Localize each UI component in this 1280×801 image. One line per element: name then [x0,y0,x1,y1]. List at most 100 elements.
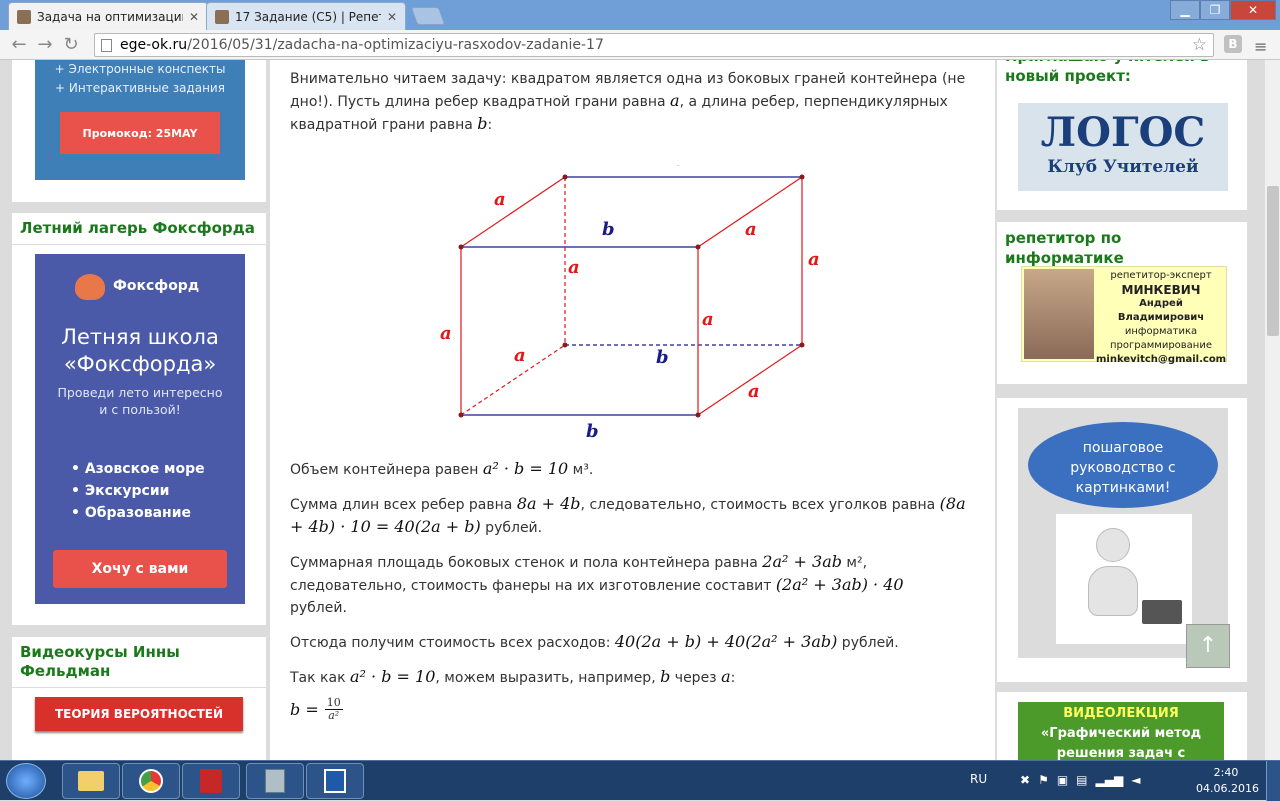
maximize-icon[interactable]: ❐ [1200,0,1230,20]
formula: b = [290,700,319,719]
label-a: a [440,323,452,344]
formula: a² · b = 10 [349,667,436,686]
clock-date: 04.06.2016 [1196,782,1259,795]
favicon-icon [17,9,31,24]
tab-inactive[interactable]: 17 Задание (С5) | Репети ✕ [206,2,406,30]
start-button[interactable] [6,763,46,799]
explorer-taskbar-icon[interactable] [62,763,120,799]
tray-icon[interactable]: ✖ [1020,773,1030,787]
guide-box: пошаговое руководство с картинками! ↑ [997,398,1247,682]
camp-title: Летний лагерь Фоксфорда [12,213,266,245]
tutor-photo [1024,269,1094,359]
scroll-to-top-button[interactable]: ↑ [1186,624,1230,668]
guide-figure [1056,514,1192,644]
fox-logo-text: Фоксфорд [113,278,200,294]
video-title: Видеокурсы Инны Фельдман [12,637,266,688]
network-icon[interactable]: ▂▄▆ [1096,773,1124,787]
fox-cta-button[interactable]: Хочу с вами [53,550,227,588]
word-taskbar-icon[interactable] [306,763,364,799]
language-indicator[interactable]: RU [970,772,987,786]
article-content: Внимательно читаем задачу: квадратом явл… [270,60,995,760]
formula: 2a² + 3ab [762,552,842,571]
show-desktop-button[interactable] [1266,761,1280,801]
volume-icon[interactable]: ◄ [1131,773,1140,787]
text: , можем выразить, например, [435,670,661,686]
tutor-line: Андрей Владимирович [1117,298,1205,323]
fox-item: • Азовское море [71,461,205,477]
logos-banner[interactable]: ЛОГОС Клуб Учителей [1018,103,1228,191]
promo-code-button[interactable]: Промокод: 25MAY [60,112,220,154]
label-a: a [748,381,760,402]
tutor-line: информатика [1124,326,1198,337]
fox-subtitle: Проведи лето интересно и с пользой! [57,385,223,417]
invite-title: Приглашаю учителей в новый проект: [1005,60,1209,85]
tab-active[interactable]: Задача на оптимизацию ✕ [8,2,208,30]
label-a: a [514,345,526,366]
guide-bubble: пошаговое руководство с картинками! [1028,422,1218,508]
fox-headline: Летняя школа «Фоксфорда» [61,325,219,376]
clock[interactable]: 2:40 04.06.2016 [1196,765,1259,797]
tab-title: Задача на оптимизацию [37,9,183,24]
minimize-icon[interactable]: ▁ [1170,0,1200,20]
text: через [670,670,722,686]
probability-course-button[interactable]: ТЕОРИЯ ВЕРОЯТНОСТЕЙ [35,697,243,731]
promo-banner[interactable]: + Электронные конспекты + Интерактивные … [35,60,245,180]
videolecture-banner[interactable]: ВИДЕОЛЕКЦИЯ «Графический метод решения з… [1018,702,1224,760]
camp-box: Летний лагерь Фоксфорда Фоксфорд Летняя … [12,213,266,625]
address-bar[interactable]: ege-ok.ru /2016/05/31/zadacha-na-optimiz… [94,33,1214,57]
logos-title: ЛОГОС [1040,109,1206,156]
close-tab-icon[interactable]: ✕ [387,10,397,24]
close-tab-icon[interactable]: ✕ [189,10,199,24]
videolecture-head: ВИДЕОЛЕКЦИЯ [1063,706,1179,721]
back-icon[interactable]: ← [6,34,32,55]
guide-banner[interactable]: пошаговое руководство с картинками! [1018,408,1228,658]
label-a: a [808,249,820,270]
extension-icon[interactable]: B [1224,35,1242,53]
text: Объем контейнера равен [290,462,483,478]
text: Отсюда получим стоимость всех расходов: [290,635,615,651]
chrome-taskbar-icon[interactable] [122,763,180,799]
videolecture-body: «Графический метод решения задач с [1040,726,1202,760]
tray-icon[interactable]: ▤ [1076,773,1087,787]
text: : [730,670,736,686]
tray-icon[interactable]: ⚑ [1038,773,1049,787]
clock-time: 2:40 [1213,766,1239,779]
tutor-title: репетитор по информатике [1005,229,1124,267]
foxford-banner[interactable]: Фоксфорд Летняя школа «Фоксфорда» Провед… [35,254,245,604]
text: рублей. [480,520,543,536]
fox-item: • Экскурсии [71,483,170,499]
label-b: b [656,347,669,368]
fraction-denominator: a² [328,709,340,722]
formula: 40(2a + b) + 40(2a² + 3ab) [614,632,838,651]
text: , следовательно, стоимость всех уголков … [580,497,940,513]
text: Сумма длин всех ребер равна [290,497,517,513]
reload-icon[interactable]: ↻ [58,34,84,55]
volume-paragraph: Объем контейнера равен a² · b = 10 м³. [290,458,980,481]
bookmark-star-icon[interactable]: ☆ [1192,35,1207,55]
forward-icon[interactable]: → [32,34,58,55]
label-b: b [602,219,615,240]
promo-line: + Интерактивные задания [55,81,225,95]
acrobat-taskbar-icon[interactable] [182,763,240,799]
label-a: a [494,189,506,210]
calculator-taskbar-icon[interactable] [246,763,304,799]
taskbar: RU ✖ ⚑ ▣ ▤ ▂▄▆ ◄ 2:40 04.06.2016 [0,760,1280,801]
tray-icon[interactable]: ▣ [1057,773,1068,787]
menu-icon[interactable]: ≡ [1254,37,1267,56]
text: следовательно, стоимость фанеры на их из… [290,578,776,594]
label-a: a [568,257,580,278]
vertical-scrollbar[interactable] [1264,60,1280,760]
since-paragraph: Так как a² · b = 10, можем выразить, нап… [290,666,980,689]
var-b: b [660,667,671,686]
text: м³. [568,462,594,478]
formula: a² · b = 10 [482,459,569,478]
scrollbar-thumb[interactable] [1267,186,1279,336]
b-expression: b = 10 a² [290,697,980,722]
var-a: a [670,91,680,110]
tutor-card[interactable]: репетитор-эксперт МИНКЕВИЧ Андрей Владим… [1021,266,1227,365]
system-tray: ✖ ⚑ ▣ ▤ ▂▄▆ ◄ [1020,773,1140,787]
intro-paragraph: Внимательно читаем задачу: квадратом явл… [290,68,975,136]
label-b: b [586,421,599,442]
close-window-icon[interactable]: ✕ [1230,0,1276,20]
new-tab-button[interactable] [410,7,446,25]
